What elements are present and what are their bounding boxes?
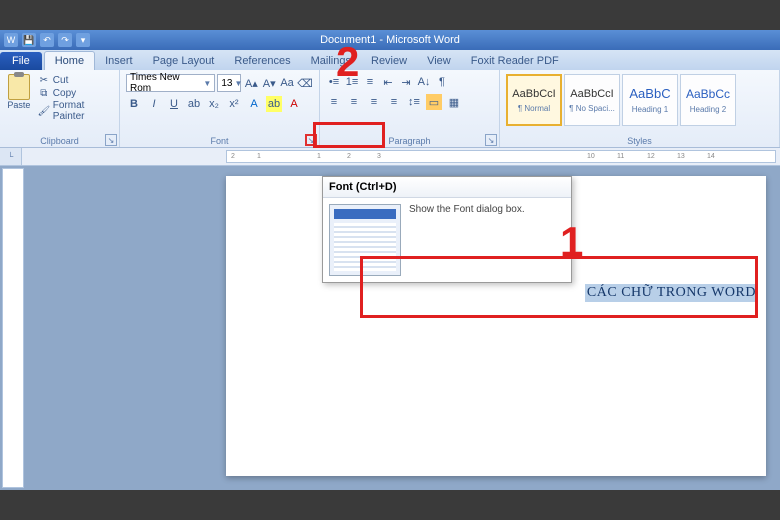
decrease-indent-button[interactable]: ⇤ bbox=[380, 74, 396, 90]
styles-group-label: Styles bbox=[500, 136, 779, 146]
line-spacing-button[interactable]: ↕≡ bbox=[406, 94, 422, 110]
save-icon[interactable]: 💾 bbox=[22, 33, 36, 47]
file-tab[interactable]: File bbox=[0, 52, 42, 70]
tab-home[interactable]: Home bbox=[44, 51, 95, 70]
italic-button[interactable]: I bbox=[146, 96, 162, 112]
grow-font-button[interactable]: A▴ bbox=[243, 75, 259, 91]
window-title: Document1 - Microsoft Word bbox=[320, 34, 460, 46]
document-area: Font (Ctrl+D) Show the Font dialog box. … bbox=[0, 166, 780, 490]
change-case-button[interactable]: Aa bbox=[279, 75, 295, 91]
clipboard-group-label: Clipboard bbox=[0, 136, 119, 146]
clipboard-group: Paste ✂Cut ⧉Copy 🖌Format Painter Clipboa… bbox=[0, 70, 120, 147]
styles-group: AaBbCcI¶ Normal AaBbCcI¶ No Spaci... AaB… bbox=[500, 70, 780, 147]
redo-icon[interactable]: ↷ bbox=[58, 33, 72, 47]
tooltip-thumbnail bbox=[329, 204, 401, 276]
underline-button[interactable]: U bbox=[166, 96, 182, 112]
paste-label: Paste bbox=[7, 100, 30, 110]
chevron-down-icon: ▼ bbox=[203, 79, 211, 88]
font-color-button[interactable]: A bbox=[286, 96, 302, 112]
ribbon: Paste ✂Cut ⧉Copy 🖌Format Painter Clipboa… bbox=[0, 70, 780, 148]
paste-icon bbox=[8, 74, 30, 100]
font-group: Times New Rom▼ 13▼ A▴ A▾ Aa ⌫ B I U ab x… bbox=[120, 70, 320, 147]
copy-icon: ⧉ bbox=[38, 87, 50, 99]
quick-access-toolbar: W 💾 ↶ ↷ ▾ bbox=[0, 33, 94, 47]
scissors-icon: ✂ bbox=[38, 74, 50, 86]
tab-review[interactable]: Review bbox=[361, 52, 417, 70]
font-size-combo[interactable]: 13▼ bbox=[217, 74, 241, 92]
word-icon[interactable]: W bbox=[4, 33, 18, 47]
style-no-spacing[interactable]: AaBbCcI¶ No Spaci... bbox=[564, 74, 620, 126]
selected-document-text[interactable]: CÁC CHỮ TRONG WORD bbox=[585, 284, 758, 302]
text-effects-button[interactable]: A bbox=[246, 96, 262, 112]
highlight-button[interactable]: ab bbox=[266, 96, 282, 112]
undo-icon[interactable]: ↶ bbox=[40, 33, 54, 47]
clipboard-launcher[interactable]: ↘ bbox=[105, 134, 117, 146]
clear-formatting-button[interactable]: ⌫ bbox=[297, 75, 313, 91]
style-gallery: AaBbCcI¶ Normal AaBbCcI¶ No Spaci... AaB… bbox=[504, 72, 738, 145]
chevron-down-icon: ▼ bbox=[234, 79, 242, 88]
title-bar: W 💾 ↶ ↷ ▾ Document1 - Microsoft Word bbox=[0, 30, 780, 50]
page[interactable]: Font (Ctrl+D) Show the Font dialog box. … bbox=[226, 176, 766, 476]
cut-button[interactable]: ✂Cut bbox=[36, 74, 115, 86]
shrink-font-button[interactable]: A▾ bbox=[261, 75, 277, 91]
paragraph-launcher[interactable]: ↘ bbox=[485, 134, 497, 146]
paste-button[interactable]: Paste bbox=[4, 72, 34, 145]
bold-button[interactable]: B bbox=[126, 96, 142, 112]
tab-page-layout[interactable]: Page Layout bbox=[143, 52, 225, 70]
style-heading-1[interactable]: AaBbCHeading 1 bbox=[622, 74, 678, 126]
font-group-label: Font bbox=[120, 136, 319, 146]
tab-mailings[interactable]: Mailings bbox=[301, 52, 361, 70]
bullets-button[interactable]: •≡ bbox=[326, 74, 342, 90]
style-normal[interactable]: AaBbCcI¶ Normal bbox=[506, 74, 562, 126]
borders-button[interactable]: ▦ bbox=[446, 94, 462, 110]
strikethrough-button[interactable]: ab bbox=[186, 96, 202, 112]
sort-button[interactable]: A↓ bbox=[416, 74, 432, 90]
ribbon-tabs: File Home Insert Page Layout References … bbox=[0, 50, 780, 70]
format-painter-button[interactable]: 🖌Format Painter bbox=[36, 100, 115, 122]
paragraph-group-label: Paragraph bbox=[320, 136, 499, 146]
shading-button[interactable]: ▭ bbox=[426, 94, 442, 110]
align-center-button[interactable]: ≡ bbox=[346, 94, 362, 110]
word-window: W 💾 ↶ ↷ ▾ Document1 - Microsoft Word Fil… bbox=[0, 30, 780, 490]
document-canvas[interactable]: Font (Ctrl+D) Show the Font dialog box. … bbox=[26, 166, 780, 490]
qat-more-icon[interactable]: ▾ bbox=[76, 33, 90, 47]
tab-view[interactable]: View bbox=[417, 52, 461, 70]
horizontal-ruler[interactable]: 2 1 1 2 3 10 11 12 13 14 bbox=[226, 150, 776, 163]
show-marks-button[interactable]: ¶ bbox=[434, 74, 450, 90]
font-name-combo[interactable]: Times New Rom▼ bbox=[126, 74, 215, 92]
superscript-button[interactable]: x² bbox=[226, 96, 242, 112]
multilevel-list-button[interactable]: ≡ bbox=[362, 74, 378, 90]
tab-references[interactable]: References bbox=[224, 52, 300, 70]
align-right-button[interactable]: ≡ bbox=[366, 94, 382, 110]
tooltip-text: Show the Font dialog box. bbox=[409, 204, 525, 276]
ruler-bar: └ 2 1 1 2 3 10 11 12 13 14 bbox=[0, 148, 780, 166]
vertical-ruler[interactable] bbox=[2, 168, 24, 488]
tab-insert[interactable]: Insert bbox=[95, 52, 143, 70]
paragraph-group: •≡ 1≡ ≡ ⇤ ⇥ A↓ ¶ ≡ ≡ ≡ ≡ ↕≡ ▭ ▦ bbox=[320, 70, 500, 147]
ruler-corner[interactable]: └ bbox=[0, 148, 22, 165]
font-launcher-tooltip: Font (Ctrl+D) Show the Font dialog box. bbox=[322, 176, 572, 283]
brush-icon: 🖌 bbox=[38, 105, 50, 117]
tab-foxit[interactable]: Foxit Reader PDF bbox=[461, 52, 569, 70]
tooltip-title: Font (Ctrl+D) bbox=[323, 177, 571, 198]
justify-button[interactable]: ≡ bbox=[386, 94, 402, 110]
increase-indent-button[interactable]: ⇥ bbox=[398, 74, 414, 90]
font-dialog-launcher[interactable]: ↘ bbox=[305, 134, 317, 146]
copy-button[interactable]: ⧉Copy bbox=[36, 87, 115, 99]
subscript-button[interactable]: x₂ bbox=[206, 96, 222, 112]
style-heading-2[interactable]: AaBbCcHeading 2 bbox=[680, 74, 736, 126]
align-left-button[interactable]: ≡ bbox=[326, 94, 342, 110]
numbering-button[interactable]: 1≡ bbox=[344, 74, 360, 90]
